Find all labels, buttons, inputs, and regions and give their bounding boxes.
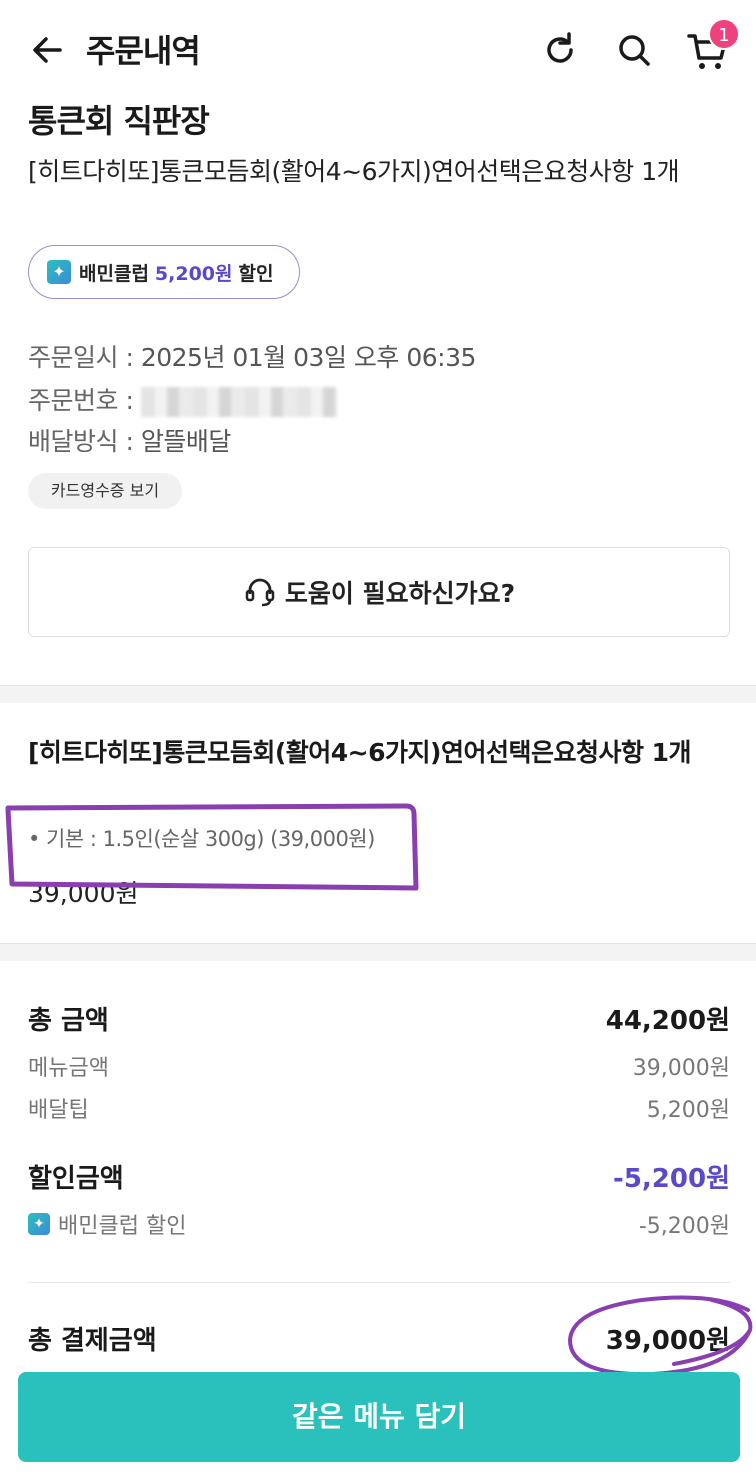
club-discount-value: -5,200원 [638,1214,730,1239]
delivery-tip-value: 5,200원 [646,1098,730,1123]
menu-amount-value: 39,000원 [632,1056,730,1081]
club-brand: 배민클럽 [79,262,149,285]
baemin-club-logo-icon: ✦ [28,1213,50,1235]
discount-label: 할인금액 [28,1164,124,1194]
section-divider [0,685,756,703]
delivery-method-value: 알뜰배달 [140,427,232,456]
back-arrow-icon[interactable] [28,30,68,70]
delivery-method: 배달방식 : 알뜰배달 [28,422,231,458]
order-number-label: 주문번호 : [28,386,141,415]
app-header: 주문내역 1 [0,0,756,100]
card-receipt-button[interactable]: 카드영수증 보기 [28,473,182,509]
menu-amount-label: 메뉴금액 [28,1056,109,1081]
order-number-redacted [140,387,337,417]
discount-row: 할인금액 -5,200원 [28,1158,730,1195]
help-button[interactable]: 도움이 필요하신가요? [28,547,730,637]
payment-total-label: 총 결제금액 [28,1326,157,1356]
order-summary: [히트다히또]통큰모듬회(활어4~6가지)연어선택은요청사항 1개 [28,157,680,186]
menu-item-title: [히트다히또]통큰모듬회(활어4~6가지)연어선택은요청사항 1개 [28,738,692,767]
cart-count-badge: 1 [708,18,740,50]
delivery-tip-label: 배달팁 [28,1098,89,1123]
discount-value: -5,200원 [613,1164,730,1194]
help-button-label: 도움이 필요하신가요? [284,579,516,608]
add-same-menu-button[interactable]: 같은 메뉴 담기 [18,1372,740,1462]
club-discount-chip: ✦ 배민클럽 5,200원 할인 [28,245,300,299]
store-name: 통큰회 직판장 [28,102,210,140]
annotation-rectangle-mark [5,803,419,891]
baemin-club-logo-icon: ✦ [47,260,71,284]
delivery-method-label: 배달방식 : [28,427,141,456]
club-discount-label-group: ✦ 배민클럽 할인 [28,1208,186,1240]
order-date-label: 주문일시 : [28,343,141,372]
order-date: 주문일시 : 2025년 01월 03일 오후 06:35 [28,338,476,374]
section-divider [0,943,756,961]
club-discount-label: 배민클럽 할인 [58,1214,187,1239]
total-amount-value: 44,200원 [605,1006,730,1036]
total-amount-label: 총 금액 [28,1006,109,1036]
page-title: 주문내역 [86,32,201,70]
totals-divider [28,1282,730,1283]
menu-amount-row: 메뉴금액 39,000원 [28,1050,730,1082]
refresh-icon[interactable] [540,30,580,70]
club-discount-amount: 5,200원 [154,262,233,285]
total-amount-row: 총 금액 44,200원 [28,1000,730,1037]
headset-icon [245,578,275,607]
order-date-value: 2025년 01월 03일 오후 06:35 [140,343,477,372]
club-suffix: 할인 [238,262,274,285]
delivery-tip-row: 배달팁 5,200원 [28,1092,730,1124]
search-icon[interactable] [614,30,654,70]
order-number: 주문번호 : [28,381,337,417]
club-discount-row: ✦ 배민클럽 할인 -5,200원 [28,1208,730,1240]
